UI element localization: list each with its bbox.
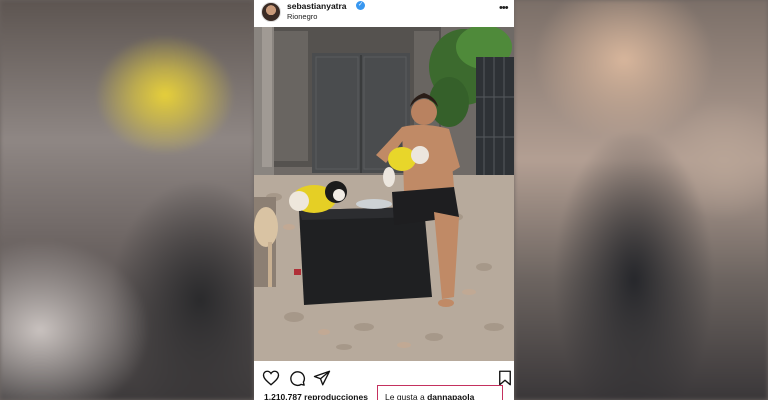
location-link[interactable]: Rionegro bbox=[287, 12, 317, 21]
likes-highlight-box: Le gusta a dannapaola bbox=[377, 385, 503, 400]
verified-badge-icon: ✓ bbox=[356, 1, 365, 10]
liked-by-text: Le gusta a dannapaola bbox=[385, 392, 474, 400]
view-count: 1.210.787 reproducciones bbox=[264, 392, 368, 400]
blurred-background-left bbox=[0, 0, 254, 400]
instagram-post: sebastianyatra ✓ Rionegro ••• 1.210.787 … bbox=[254, 0, 514, 400]
post-video[interactable] bbox=[254, 27, 514, 361]
send-icon[interactable] bbox=[313, 369, 331, 387]
comment-icon[interactable] bbox=[288, 369, 306, 387]
heart-icon[interactable] bbox=[262, 369, 280, 387]
video-frame bbox=[254, 27, 514, 361]
action-bar: 1.210.787 reproducciones Le gusta a dann… bbox=[254, 361, 514, 400]
liked-by-prefix: Le gusta a bbox=[385, 392, 425, 400]
blurred-background-right bbox=[514, 0, 768, 400]
username[interactable]: sebastianyatra bbox=[287, 1, 347, 11]
liked-by-username[interactable]: dannapaola bbox=[427, 392, 474, 400]
more-options-icon[interactable]: ••• bbox=[499, 2, 509, 14]
post-header: sebastianyatra ✓ Rionegro ••• bbox=[254, 0, 514, 27]
avatar[interactable] bbox=[261, 2, 281, 22]
